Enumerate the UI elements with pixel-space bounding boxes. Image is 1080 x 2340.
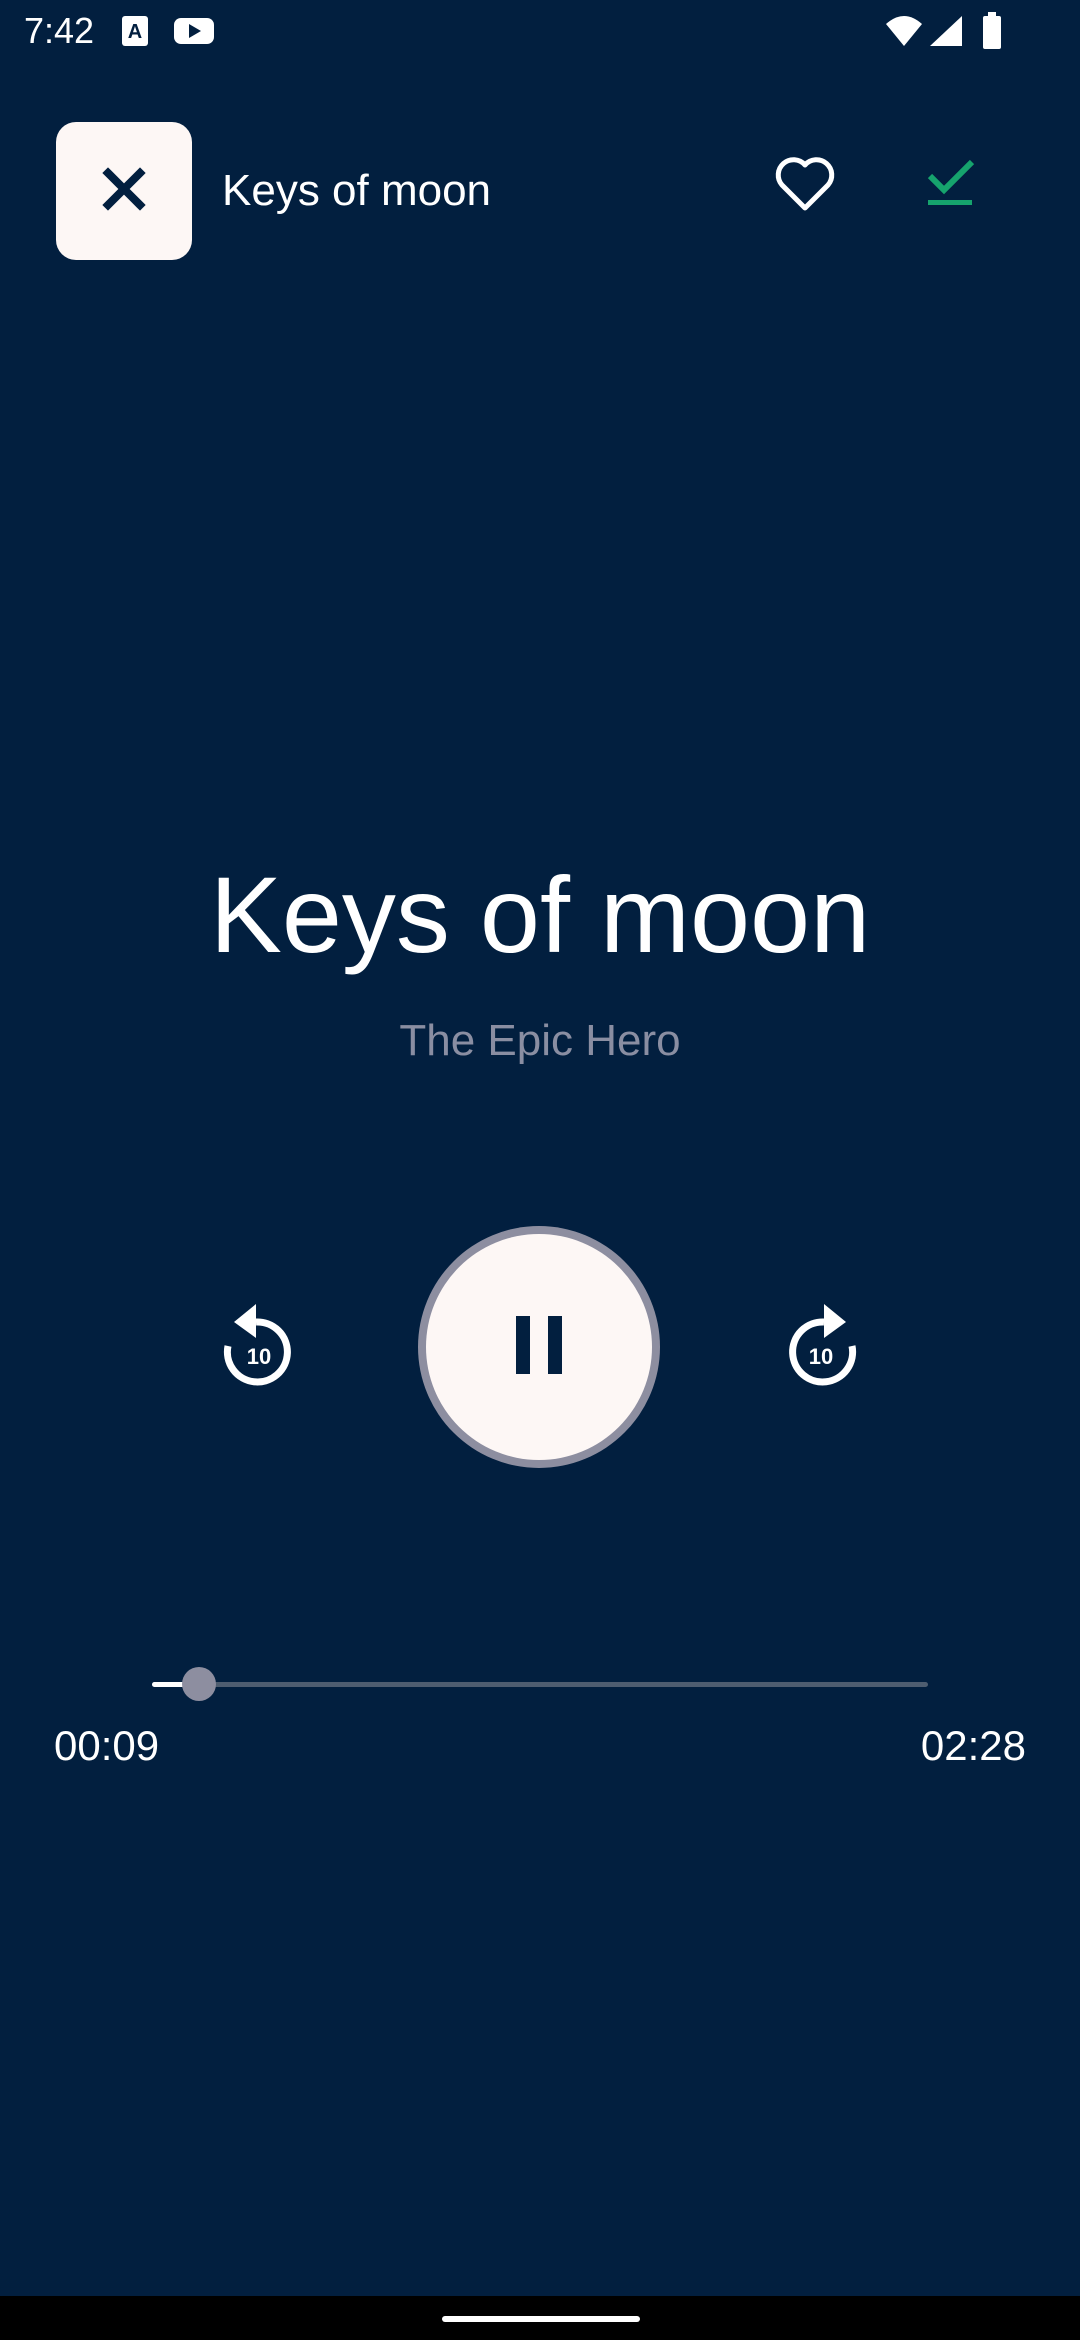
forward-10-icon: 10 xyxy=(789,1304,857,1386)
a-font-icon: A xyxy=(120,14,150,53)
home-gesture-handle[interactable] xyxy=(442,2316,640,2322)
track-artist: The Epic Hero xyxy=(399,1016,681,1065)
pause-icon xyxy=(514,1315,564,1379)
forward-10-button[interactable]: 10 xyxy=(780,1296,864,1392)
status-time: 7:42 xyxy=(24,10,95,51)
favorite-button[interactable] xyxy=(774,156,846,228)
navigation-bar xyxy=(0,2296,1080,2340)
rewind-10-button[interactable]: 10 xyxy=(216,1296,300,1392)
seekbar[interactable] xyxy=(152,1667,928,1701)
replay-10-icon: 10 xyxy=(223,1304,291,1386)
close-button[interactable] xyxy=(56,122,192,260)
youtube-icon xyxy=(172,14,216,53)
close-icon xyxy=(102,166,146,216)
header-title: Keys of moon xyxy=(222,166,492,215)
elapsed-time: 00:09 xyxy=(54,1722,160,1769)
player-screen: 7:42 A Keys of moon Keys of moon The Epi… xyxy=(0,0,1080,2340)
forward-label: 10 xyxy=(809,1344,833,1369)
seek-thumb[interactable] xyxy=(182,1667,217,1701)
heart-outline-icon xyxy=(774,157,836,216)
svg-text:A: A xyxy=(128,21,142,43)
seek-track xyxy=(152,1682,928,1687)
total-time: 02:28 xyxy=(920,1722,1026,1769)
track-title: Keys of moon xyxy=(209,854,871,975)
battery-icon xyxy=(982,12,1002,55)
status-bar: 7:42 A xyxy=(0,0,1080,66)
download-button[interactable] xyxy=(926,156,1002,232)
signal-icon xyxy=(928,14,964,53)
wifi-icon xyxy=(884,14,924,53)
play-pause-button[interactable] xyxy=(426,1234,652,1460)
download-done-icon xyxy=(926,159,976,216)
rewind-label: 10 xyxy=(247,1344,271,1369)
